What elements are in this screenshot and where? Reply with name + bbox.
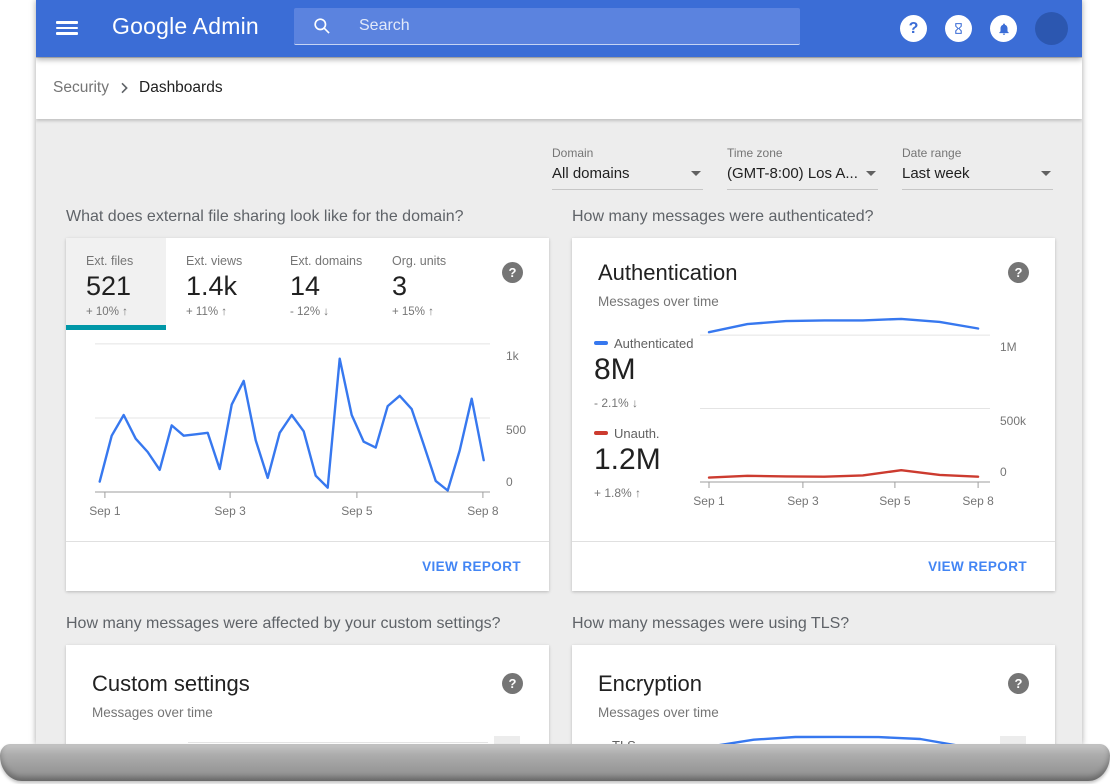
up-arrow-icon: ↑ [122, 306, 128, 318]
x-axis-labels: Sep 1Sep 3Sep 5Sep 8 [700, 494, 990, 510]
y-axis-tick-label: 1M [1000, 340, 1017, 354]
x-axis-tick-label: Sep 1 [89, 504, 120, 518]
product-logo: Google Admin [112, 13, 259, 40]
x-axis-tick-label: Sep 8 [962, 494, 993, 508]
x-axis-labels: Sep 1Sep 3Sep 5Sep 8 [95, 504, 490, 520]
dropdown-caret-icon [691, 171, 701, 176]
admin-console-screen: Google Admin Search ? [36, 0, 1082, 745]
avatar[interactable] [1035, 12, 1068, 45]
legend-dash-authenticated [594, 341, 608, 345]
down-arrow-icon: ↓ [323, 306, 329, 318]
pending-tasks-button[interactable] [945, 15, 972, 42]
card-title: Authentication [598, 260, 737, 286]
daterange-filter[interactable]: Date range Last week [902, 146, 1053, 190]
bell-icon [997, 22, 1011, 36]
help-button[interactable]: ? [900, 15, 927, 42]
up-arrow-icon: ↑ [428, 306, 434, 318]
search-icon [312, 16, 332, 36]
selected-tab-indicator [66, 325, 166, 330]
y-axis-tick-label: 1k [506, 349, 519, 363]
view-report-link[interactable]: VIEW REPORT [422, 559, 521, 574]
legend-dash-unauth [594, 431, 608, 435]
search-bar[interactable]: Search [294, 8, 800, 45]
card-footer: VIEW REPORT [66, 541, 549, 591]
breadcrumb-dashboards: Dashboards [139, 79, 223, 97]
encryption-card: Encryption Messages over time ? TLS [572, 645, 1055, 745]
up-arrow-icon: ↑ [635, 486, 641, 500]
tab-ext-domains[interactable]: Ext. domains 14 - 12% ↓ [270, 238, 372, 330]
tab-org-units[interactable]: Org. units 3 + 15% ↑ [372, 238, 472, 330]
timezone-filter[interactable]: Time zone (GMT-8:00) Los A... [727, 146, 878, 190]
x-axis-tick-label: Sep 8 [467, 504, 498, 518]
card-subtitle: Messages over time [598, 294, 719, 309]
dropdown-caret-icon [866, 171, 876, 176]
y-axis-tick-label: 500 [506, 423, 526, 437]
daterange-filter-label: Date range [902, 146, 1053, 160]
card-subtitle: Messages over time [92, 705, 213, 720]
question-custom-settings: How many messages were affected by your … [66, 615, 501, 633]
legend-label-unauth: Unauth. [614, 426, 660, 441]
app-bar: Google Admin Search ? [36, 0, 1082, 57]
daterange-filter-value: Last week [902, 165, 970, 182]
file-sharing-card: Ext. files 521 + 10% ↑ Ext. views 1.4k +… [66, 238, 549, 591]
breadcrumb: Security Dashboards [36, 57, 1082, 119]
card-help-icon[interactable]: ? [502, 262, 523, 283]
help-icon: ? [909, 21, 919, 37]
authentication-card: Authentication Messages over time ? Auth… [572, 238, 1055, 591]
up-arrow-icon: ↑ [221, 306, 227, 318]
file-sharing-line-chart [95, 338, 490, 492]
custom-settings-card: Custom settings Messages over time ? [66, 645, 549, 745]
card-title: Custom settings [92, 671, 250, 697]
tab-ext-views[interactable]: Ext. views 1.4k + 11% ↑ [166, 238, 270, 330]
device-bezel [0, 744, 1110, 781]
domain-filter-label: Domain [552, 146, 703, 160]
chart-gridline [188, 742, 488, 743]
dropdown-caret-icon [1041, 171, 1051, 176]
notifications-button[interactable] [990, 15, 1017, 42]
card-title: Encryption [598, 671, 702, 697]
x-axis-tick-label: Sep 3 [214, 504, 245, 518]
x-axis-tick-label: Sep 1 [693, 494, 724, 508]
card-subtitle: Messages over time [598, 705, 719, 720]
breadcrumb-security[interactable]: Security [53, 79, 109, 97]
x-axis-tick-label: Sep 5 [879, 494, 910, 508]
legend-value-unauth: 1.2M [594, 443, 661, 477]
legend-delta-authenticated: - 2.1% ↓ [594, 396, 638, 410]
view-report-link[interactable]: VIEW REPORT [928, 559, 1027, 574]
card-help-icon[interactable]: ? [1008, 673, 1029, 694]
legend-label-authenticated: Authenticated [614, 336, 694, 351]
menu-icon [56, 21, 78, 24]
card-footer: VIEW REPORT [572, 541, 1055, 591]
timezone-filter-label: Time zone [727, 146, 878, 160]
appbar-actions: ? [900, 0, 1068, 57]
card-help-icon[interactable]: ? [502, 673, 523, 694]
tab-ext-files[interactable]: Ext. files 521 + 10% ↑ [66, 238, 166, 330]
legend-delta-unauth: + 1.8% ↑ [594, 486, 641, 500]
question-file-sharing: What does external file sharing look lik… [66, 208, 464, 226]
y-axis-tick-label: 0 [506, 475, 513, 489]
down-arrow-icon: ↓ [632, 396, 638, 410]
domain-filter-value: All domains [552, 165, 630, 182]
y-axis-tick-label: 500k [1000, 414, 1026, 428]
question-encryption: How many messages were using TLS? [572, 615, 849, 633]
search-placeholder: Search [359, 17, 410, 35]
timezone-filter-value: (GMT-8:00) Los A... [727, 165, 858, 182]
device-mockup: Google Admin Search ? [0, 0, 1110, 784]
question-authentication: How many messages were authenticated? [572, 208, 874, 226]
hourglass-icon [952, 22, 965, 35]
menu-button[interactable] [56, 17, 80, 39]
x-axis-tick-label: Sep 5 [341, 504, 372, 518]
domain-filter[interactable]: Domain All domains [552, 146, 703, 190]
legend-value-authenticated: 8M [594, 353, 636, 387]
y-axis-tick-label: 0 [1000, 465, 1007, 479]
chevron-right-icon [116, 80, 132, 96]
authentication-line-chart [700, 316, 990, 482]
card-help-icon[interactable]: ? [1008, 262, 1029, 283]
stat-tabs: Ext. files 521 + 10% ↑ Ext. views 1.4k +… [66, 238, 549, 330]
x-axis-tick-label: Sep 3 [787, 494, 818, 508]
